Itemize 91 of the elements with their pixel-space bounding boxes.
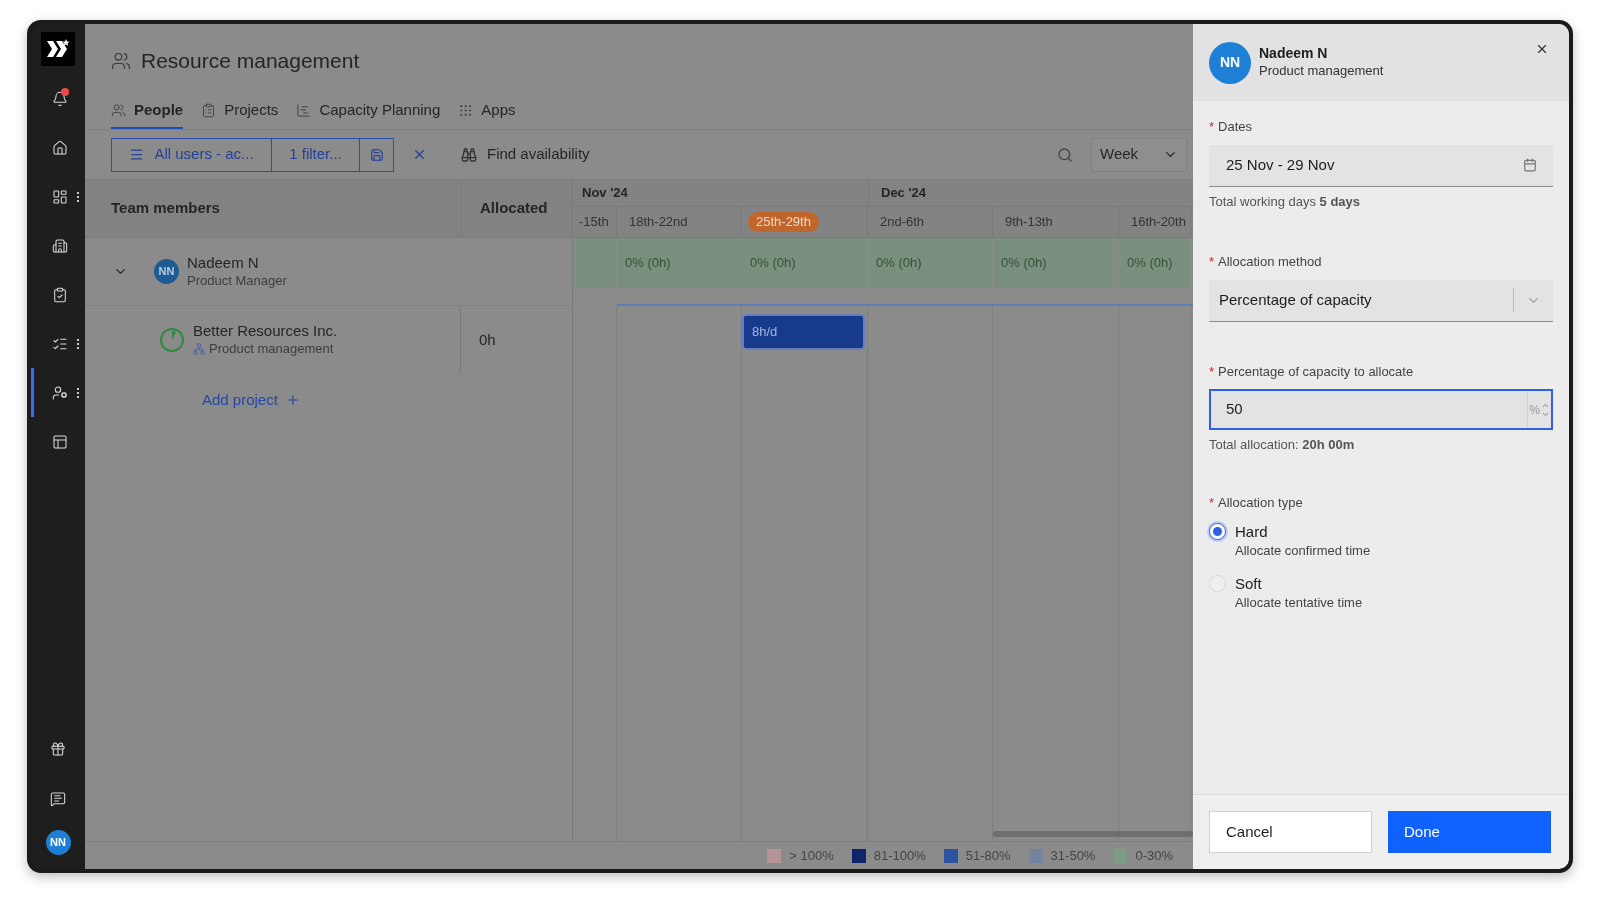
project-name: Better Resources Inc. <box>193 322 338 340</box>
search-icon[interactable] <box>1057 146 1073 163</box>
required-mark: * <box>1209 362 1215 381</box>
grid-icon <box>458 102 474 118</box>
allocated-hours: 0h <box>479 329 496 350</box>
capacity-cell: 0% (0h) <box>617 238 742 288</box>
chat-icon[interactable] <box>50 791 66 807</box>
dashboard-icon <box>51 188 68 205</box>
person-name: Nadeem N <box>187 253 260 272</box>
clipboard-icon <box>201 102 217 118</box>
legend-label: 31-50% <box>1050 846 1096 865</box>
field-label: Percentage of capacity to allocate <box>1218 362 1414 381</box>
date-field[interactable]: 25 Nov - 29 Nov <box>1209 144 1553 187</box>
required-mark: * <box>1209 118 1215 136</box>
project-team: Product management <box>209 340 334 358</box>
bell-icon <box>51 90 68 107</box>
capacity-cell: 0% (0h) <box>993 238 1119 288</box>
radio-description: Allocate confirmed time <box>1235 542 1371 560</box>
save-icon <box>369 147 384 162</box>
field-label: Allocation type <box>1218 493 1303 512</box>
close-icon <box>1535 42 1549 56</box>
allocation-block[interactable]: 8h/d <box>742 314 865 350</box>
required-mark: * <box>1209 253 1215 271</box>
page-title: Resource management <box>141 48 360 75</box>
binoculars-icon <box>461 146 477 163</box>
tab[interactable]: Apps <box>458 93 516 129</box>
progress-ring-icon <box>159 327 185 353</box>
week-label: 18th-22nd <box>628 213 689 232</box>
percent-input[interactable]: 50 % <box>1209 389 1553 430</box>
column-header: Team members <box>111 198 220 219</box>
week-label: 16th-20th <box>1130 213 1187 232</box>
plus-icon <box>285 393 300 407</box>
week-label: -15th <box>578 213 610 232</box>
close-button[interactable] <box>1535 42 1549 56</box>
week-label: 25th-29th <box>748 212 819 232</box>
home-icon <box>51 139 68 156</box>
legend-label: 81-100% <box>873 846 926 865</box>
calendar-icon <box>1523 158 1537 172</box>
person-name: Nadeem N <box>1259 44 1329 62</box>
capacity-cell: 0% (0h) <box>1119 238 1191 288</box>
app-logo[interactable] <box>41 32 75 66</box>
legend-label: > 100% <box>789 846 834 865</box>
horizontal-scrollbar[interactable] <box>993 831 1193 837</box>
cancel-button[interactable]: Cancel <box>1209 811 1372 853</box>
radio-description: Allocate tentative time <box>1235 594 1363 612</box>
logo-icon <box>45 39 71 59</box>
required-mark: * <box>1209 493 1215 512</box>
week-label: 2nd-6th <box>879 213 926 232</box>
chart-icon <box>296 102 312 118</box>
person-avatar: NN <box>154 259 179 284</box>
radio-label: Soft <box>1235 574 1263 593</box>
clear-button[interactable] <box>412 147 427 162</box>
user-avatar[interactable]: NN <box>45 830 71 855</box>
tab[interactable]: People <box>111 93 184 129</box>
capacity-cell: 0% (0h) <box>742 238 868 288</box>
column-header: Allocated <box>480 198 548 219</box>
person-team: Product management <box>1259 61 1384 79</box>
total-allocation-note: Total allocation: 20h 00m <box>1209 436 1356 454</box>
field-label: Allocation method <box>1218 253 1322 271</box>
person-role: Product Manager <box>187 271 287 290</box>
filter-button[interactable]: 1 filter... <box>272 138 360 171</box>
close-icon <box>412 147 427 162</box>
legend-label: 0-30% <box>1135 846 1173 865</box>
week-label: 9th-13th <box>1004 213 1054 232</box>
list-icon <box>129 147 145 162</box>
people-icon <box>111 51 131 71</box>
legend-label: 51-80% <box>965 846 1011 865</box>
view-button[interactable]: All users - ac... <box>112 138 272 171</box>
capacity-cell: 0% (0h) <box>868 238 993 288</box>
month-label: Dec '24 <box>881 184 926 203</box>
tab[interactable]: Projects <box>201 93 279 129</box>
percent-unit: % <box>1529 401 1540 419</box>
gift-icon[interactable] <box>50 741 66 757</box>
radio-label: Hard <box>1235 522 1269 541</box>
person-avatar: NN <box>1209 41 1251 84</box>
clipboard-icon <box>51 286 68 303</box>
people-icon <box>111 102 126 118</box>
radio-button[interactable] <box>1209 523 1226 540</box>
find-availability-button[interactable]: Find availability <box>461 143 590 166</box>
building-icon <box>51 237 68 254</box>
layout-icon <box>51 433 68 450</box>
working-days-note: Total working days 5 days <box>1209 192 1362 211</box>
period-select[interactable]: Week <box>1091 137 1187 172</box>
done-button[interactable]: Done <box>1388 811 1551 853</box>
add-project-link[interactable]: Add project <box>202 388 300 412</box>
method-select[interactable]: Percentage of capacity <box>1209 279 1553 322</box>
field-label: Dates <box>1218 118 1253 136</box>
month-label: Nov '24 <box>582 184 628 203</box>
team-icon <box>193 343 205 355</box>
person-icon <box>51 384 68 401</box>
tab[interactable]: Capacity Planning <box>296 93 441 129</box>
